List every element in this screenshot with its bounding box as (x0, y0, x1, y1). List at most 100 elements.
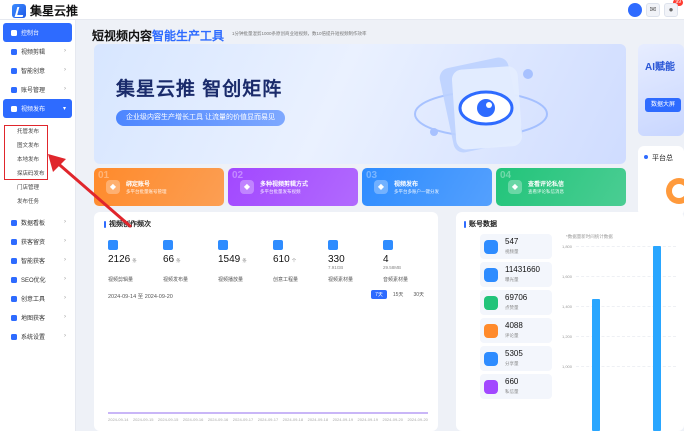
hero-tagline: 企业级内容生产增长工具 让流量的价值显而易见 (116, 110, 285, 126)
sidebar-sub-store-manage[interactable]: 门店管理 (0, 180, 75, 194)
feature-desc: 查看评论私信消息 (528, 189, 564, 194)
sidebar-item-video-edit[interactable]: 视频剪辑 › (3, 42, 72, 61)
sidebar-item-dashboard[interactable]: 控制台 (3, 23, 72, 42)
sidebar-item-settings[interactable]: 系统设置 › (3, 327, 72, 346)
account-bar-chart: *数据量新时间统计数据 1,800 1,600 1,400 1,200 1,000 (558, 234, 678, 431)
sidebar-item-account[interactable]: 账号管理 › (3, 80, 72, 99)
metric-label: 评论量 (505, 333, 519, 338)
stat-value: 1549 条 (218, 254, 247, 265)
account-metric: 69706 点赞量 (480, 290, 552, 315)
feature-icon: ◆ (508, 180, 522, 194)
ai-promo-title: AI赋能 (645, 62, 675, 73)
y-tick-label: 1,200 (562, 334, 573, 339)
audio-icon (383, 240, 393, 250)
sidebar-item-seo[interactable]: SEO优化 › (3, 270, 72, 289)
sidebar-item-label: 创意工具 (21, 297, 46, 303)
metric-value: 547 (505, 237, 519, 246)
data-screen-button[interactable]: 数据大屏 (645, 98, 682, 112)
sidebar-item-smart-leads[interactable]: 智能获客 › (3, 251, 72, 270)
feature-card[interactable]: 02 ◆ 多种视频剪辑方式 多平台批量发布视频 (228, 168, 358, 206)
dot-icon (644, 155, 648, 159)
x-tick-label: 2024-09-17 (257, 417, 279, 422)
sidebar-item-creative-tools[interactable]: 创意工具 › (3, 289, 72, 308)
sidebar-item-smart-creative[interactable]: 智能创意 › (3, 61, 72, 80)
stat-item: 4 29.58MB 音频素材量 (379, 240, 434, 288)
logo-icon (12, 3, 26, 18)
hero-title: 集星云推 智创矩阵 (116, 79, 283, 100)
sidebar-item-map-leads[interactable]: 地图获客 › (3, 308, 72, 327)
x-tick-label: 2024-09-15 (157, 417, 179, 422)
stat-label: 视频剪辑量 (108, 277, 134, 283)
panel-title: 视频创作频次 (104, 219, 151, 229)
chart-bar (592, 299, 600, 431)
sidebar-item-label: 地图获客 (21, 316, 46, 322)
stat-value: 610 个 (273, 254, 297, 265)
highlight-box (4, 125, 48, 180)
user-avatar[interactable]: 99 (628, 0, 683, 17)
stats-row: 2126 条 视频剪辑量 66 条 视频发布量 1549 条 视频播放量 610 个 创… (104, 240, 434, 288)
feature-card[interactable]: 03 ◆ 视频发布 多平台多账户一键分发 (362, 168, 492, 206)
chevron-right-icon: › (64, 48, 66, 54)
stat-label: 视频素材量 (328, 277, 354, 283)
metric-icon (484, 268, 498, 282)
app-logo[interactable]: 集星云推 (12, 2, 78, 19)
ai-promo-card[interactable]: AI赋能 数据大屏 (638, 44, 684, 136)
send-icon (163, 240, 173, 250)
metric-icon (484, 240, 498, 254)
chevron-right-icon: › (64, 276, 66, 282)
metric-label: 点赞量 (505, 305, 519, 310)
range-tabs: 7天 15天 30天 (371, 290, 428, 299)
metric-value: 11431660 (505, 265, 540, 274)
video-asset-icon (328, 240, 338, 250)
sidebar-item-leads[interactable]: 获客留资 › (3, 232, 72, 251)
sidebar-item-data-board[interactable]: 数据看板 › (3, 213, 72, 232)
sidebar-sub-publish-tasks[interactable]: 发布任务 (0, 194, 75, 208)
feature-icon: ◆ (240, 180, 254, 194)
feature-desc: 多平台批量账号管理 (126, 189, 167, 194)
dashboard-icon (11, 29, 17, 36)
metric-label: 分享量 (505, 361, 519, 366)
grid-line (576, 246, 676, 247)
creative-icon (11, 67, 17, 74)
range-tab-15[interactable]: 15天 (389, 290, 408, 299)
message-icon[interactable]: ✉ (646, 3, 660, 17)
range-tab-30[interactable]: 30天 (409, 290, 428, 299)
metric-value: 660 (505, 377, 519, 386)
feature-icon: ◆ (374, 180, 388, 194)
grid-line (576, 366, 676, 367)
user-icon[interactable]: ● (664, 3, 678, 17)
feature-title: 查看评论私信 (528, 182, 565, 188)
range-tab-7[interactable]: 7天 (371, 290, 387, 299)
sidebar-item-label: 视频剪辑 (21, 50, 46, 56)
sidebar-item-label: 控制台 (21, 31, 40, 37)
hero-banner[interactable]: 集星云推 智创矩阵 企业级内容生产增长工具 让流量的价值显而易见 (94, 44, 626, 164)
stat-size: 29.58MB (383, 265, 402, 270)
account-metric: 547 视频量 (480, 234, 552, 259)
metric-value: 5305 (505, 349, 523, 358)
x-tick-label: 2024-09-19 (357, 417, 378, 422)
metric-label: 私信量 (505, 389, 519, 394)
feature-card[interactable]: 01 ◆ 绑定账号 多平台批量账号管理 (94, 168, 224, 206)
stat-item: 2126 条 视频剪辑量 (104, 240, 159, 288)
chart-bar (653, 246, 661, 431)
top-bar: 集星云推 99 ✉ ● (0, 0, 684, 20)
sidebar-item-video-publish[interactable]: 视频发布 ▾ (3, 99, 72, 118)
stat-value: 66 条 (163, 254, 181, 265)
stat-label: 视频发布量 (163, 277, 189, 283)
feature-card[interactable]: 04 ◆ 查看评论私信 查看评论私信消息 (496, 168, 626, 206)
donut-chart (666, 178, 684, 204)
x-tick-label: 2024-09-15 (132, 417, 154, 422)
sidebar-item-label: 视频发布 (21, 107, 46, 113)
sidebar-item-label: 智能创意 (21, 69, 46, 75)
metric-value: 69706 (505, 293, 528, 302)
stat-value: 330 (328, 254, 345, 265)
x-tick-label: 2024-09-20 (382, 417, 403, 422)
feature-title: 绑定账号 (126, 182, 151, 188)
x-tick-label: 2024-09-16 (207, 417, 229, 422)
grid-line (576, 306, 676, 307)
x-tick-label: 2024-09-19 (332, 417, 354, 422)
account-metric: 5305 分享量 (480, 346, 552, 371)
feature-desc: 多平台多账户一键分发 (394, 189, 439, 194)
platform-summary-card: 平台总 (638, 146, 684, 216)
x-tick-label: 2024-09-16 (182, 417, 204, 422)
